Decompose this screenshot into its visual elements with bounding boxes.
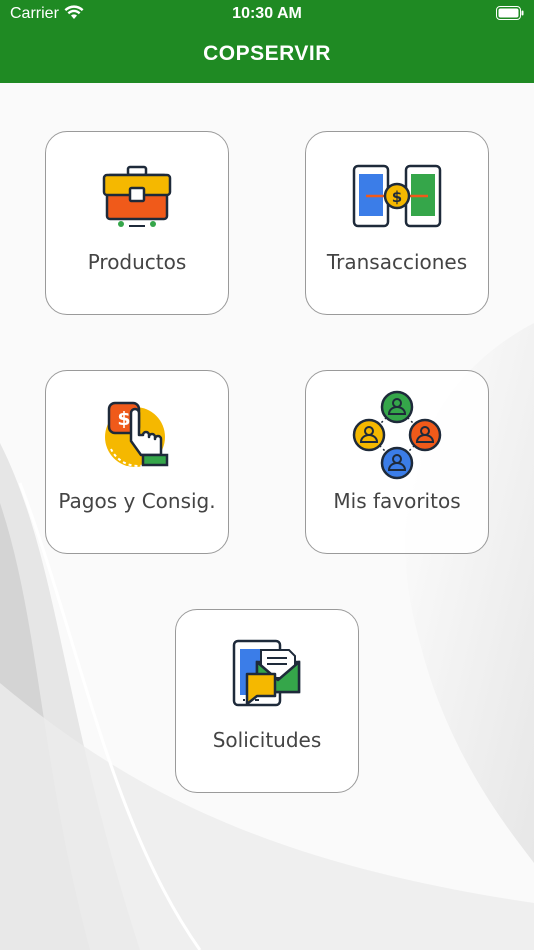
- tile-label: Productos: [87, 250, 187, 274]
- battery-icon: [496, 6, 524, 25]
- phone-transfer-icon: $: [352, 164, 442, 228]
- menu-tile-mis-favoritos[interactable]: Mis favoritos: [305, 370, 489, 554]
- top-bar: Carrier 10:30 AM COPSERVIR: [0, 0, 534, 83]
- tablet-mail-icon: [232, 639, 301, 707]
- menu-tile-pagos-consig[interactable]: $ Pagos y Consig.: [45, 370, 229, 554]
- tile-label: Solicitudes: [212, 728, 322, 752]
- tile-label: Mis favoritos: [333, 489, 461, 513]
- menu-tile-productos[interactable]: Productos: [45, 131, 229, 315]
- tile-label: Pagos y Consig.: [58, 489, 216, 513]
- svg-text:$: $: [117, 408, 130, 430]
- contacts-network-icon: [352, 390, 442, 480]
- clock: 10:30 AM: [232, 5, 302, 22]
- status-bar: Carrier 10:30 AM: [0, 0, 534, 28]
- menu-tile-transacciones[interactable]: $ Transacciones: [305, 131, 489, 315]
- briefcase-icon: [102, 165, 172, 227]
- payment-hand-icon: $: [105, 401, 169, 467]
- tile-label: Transacciones: [326, 250, 468, 274]
- menu-tile-solicitudes[interactable]: Solicitudes: [175, 609, 359, 793]
- app-title: COPSERVIR: [203, 42, 331, 65]
- svg-text:$: $: [392, 188, 402, 206]
